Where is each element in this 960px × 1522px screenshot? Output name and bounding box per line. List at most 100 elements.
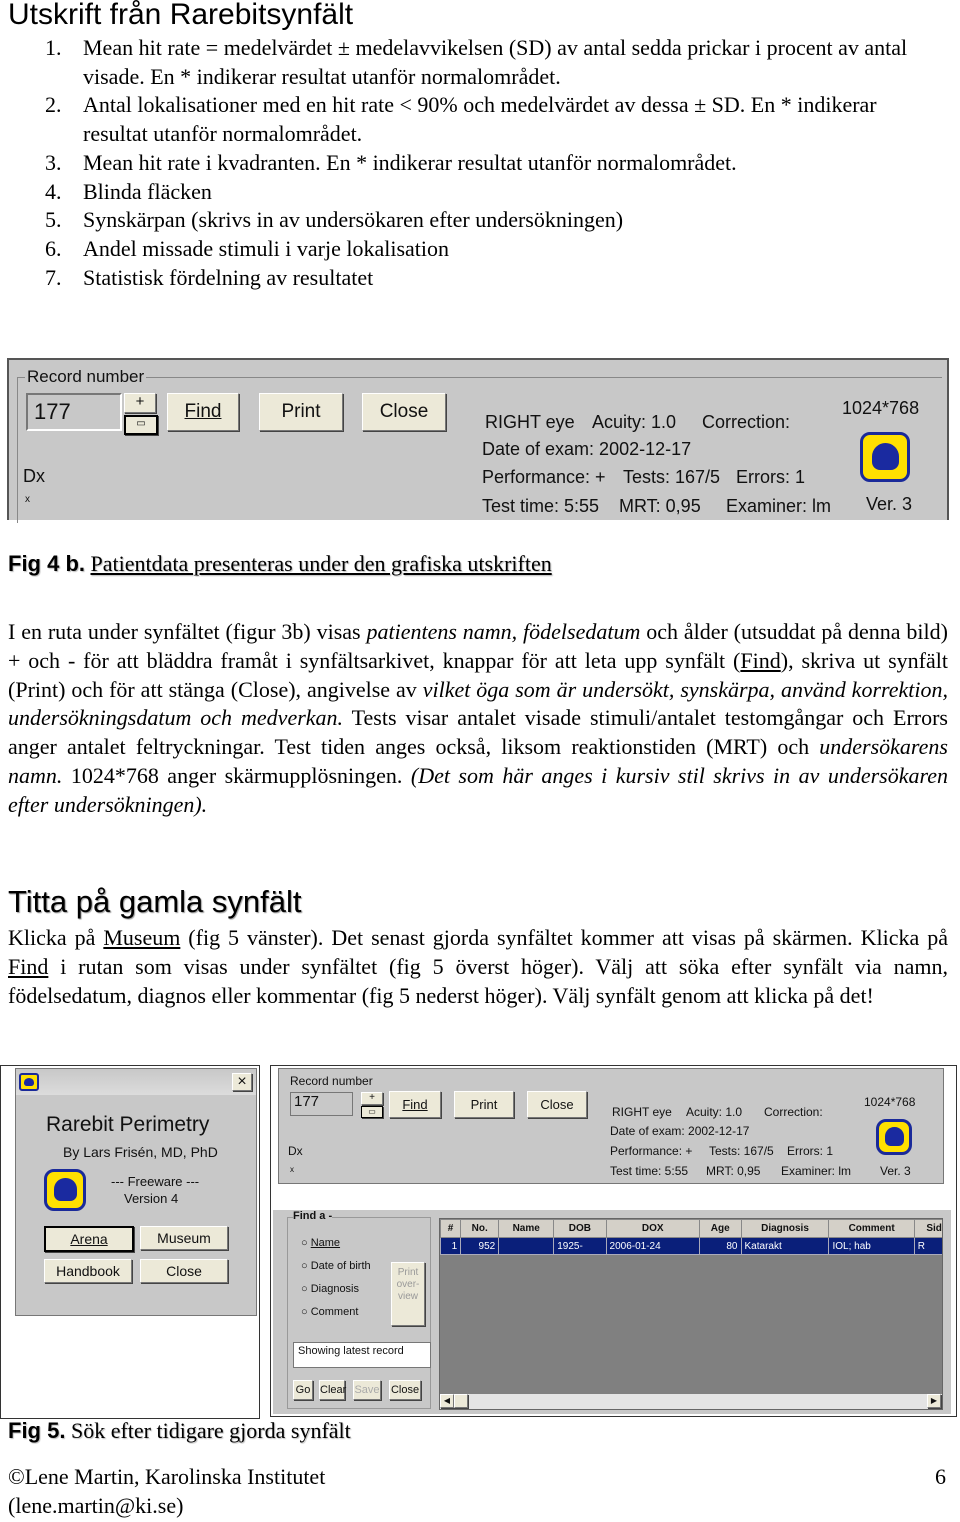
fig4-label: Fig 4 b.: [8, 551, 85, 576]
go-button[interactable]: Go: [293, 1380, 313, 1400]
list-number: 4.: [45, 178, 62, 204]
rabbit-icon: [860, 432, 910, 482]
acuity-label: Acuity: 1.0: [686, 1105, 743, 1119]
footer-email: (lene.martin@ki.se): [8, 1493, 184, 1518]
find-button[interactable]: Find: [167, 393, 239, 431]
scroll-right-button[interactable]: ▶: [927, 1394, 941, 1408]
splash-close-button[interactable]: Close: [140, 1259, 228, 1283]
record-panel-small: Record number 177 + ▭ Find Print Close D…: [278, 1068, 944, 1184]
version-label: Version 4: [124, 1191, 179, 1206]
freeware-label: --- Freeware ---: [111, 1174, 200, 1189]
performance-label: Performance: +: [482, 467, 606, 487]
exam-date: Date of exam: 2002-12-17: [610, 1124, 750, 1138]
record-number-input[interactable]: 177: [26, 393, 122, 431]
fig5-text: Sök efter tidigare gjorda synfält: [70, 1418, 351, 1443]
version-label: Ver. 3: [866, 494, 913, 514]
previous-record-button[interactable]: ▭: [124, 415, 158, 435]
page-number: 6: [935, 1464, 946, 1489]
window-close-button[interactable]: ×: [232, 1073, 252, 1091]
column-header[interactable]: #: [440, 1219, 462, 1238]
section-heading: Titta på gamla synfält: [8, 884, 302, 919]
print-button[interactable]: Print: [454, 1091, 514, 1118]
exam-date: Date of exam: 2002-12-17: [482, 439, 692, 459]
table-row[interactable]: 1 952 1925- 2006-01-24 80 Katarakt IOL; hab R: [440, 1237, 942, 1255]
next-record-button[interactable]: +: [361, 1092, 383, 1105]
previous-record-button[interactable]: ▭: [361, 1106, 383, 1118]
radio-name[interactable]: ○ Name: [301, 1237, 340, 1249]
eye-label: RIGHT eye: [485, 412, 575, 432]
test-time-label: Test time: 5:55: [610, 1164, 689, 1178]
find-close-button[interactable]: Close: [389, 1380, 421, 1400]
close-button[interactable]: Close: [527, 1091, 587, 1118]
examiner-label: Examiner: lm: [726, 496, 832, 516]
table-cell: 952: [460, 1237, 500, 1255]
rabbit-icon: [44, 1169, 86, 1211]
radio-diagnosis[interactable]: ○ Diagnosis: [301, 1283, 359, 1295]
list-item: 2. Antal lokalisationer med en hit rate <…: [45, 91, 935, 148]
list-item: 1. Mean hit rate = medelvärdet ± medelavv…: [45, 34, 935, 91]
close-button[interactable]: Close: [362, 393, 446, 431]
scroll-left-button[interactable]: ◀: [440, 1394, 454, 1408]
list-item: 4. Blinda fläcken: [45, 178, 935, 207]
paragraph-1: I en ruta under synfältet (figur 3b) vis…: [8, 619, 949, 817]
list-item: 5. Synskärpan (skrivs in av undersökaren …: [45, 206, 935, 235]
errors-label: Errors: 1: [736, 467, 806, 487]
list-item: 7. Statistisk fördelning av resultatet: [45, 264, 935, 293]
results-table: #No.NameDOBDOXAgeDiagnosisCommentSide195…: [440, 1219, 942, 1255]
close-label: Close: [379, 401, 429, 422]
table-cell: 1925-: [553, 1237, 607, 1255]
x-label: x: [25, 494, 30, 505]
eye-label: RIGHT eye: [612, 1105, 672, 1119]
status-field: Showing latest record: [293, 1342, 431, 1368]
arena-button[interactable]: Arena: [44, 1226, 134, 1252]
print-overview-button[interactable]: Print over-view: [391, 1262, 425, 1326]
find-group-label: Find a -: [293, 1210, 333, 1222]
museum-button[interactable]: Museum: [140, 1226, 228, 1250]
clear-button[interactable]: Clear: [319, 1380, 346, 1400]
horizontal-scrollbar[interactable]: ◀ ▶: [440, 1394, 942, 1409]
acuity-label: Acuity: 1.0: [592, 412, 677, 432]
record-group-label: Record number: [25, 367, 147, 387]
column-header[interactable]: Diagnosis: [740, 1219, 830, 1238]
scroll-thumb[interactable]: [454, 1394, 468, 1408]
list-item: 6. Andel missade stimuli i varje lokalisa…: [45, 235, 935, 264]
list-number: 6.: [45, 235, 62, 261]
record-group-label: Record number: [290, 1074, 373, 1088]
save-button[interactable]: Save: [353, 1380, 381, 1400]
radio-comment[interactable]: ○ Comment: [301, 1306, 358, 1318]
page-title: Utskrift från Rarebitsynfält: [8, 0, 354, 31]
document-page: Utskrift från Rarebitsynfält 1. Mean hit …: [0, 0, 960, 1522]
header-row: #No.NameDOBDOXAgeDiagnosisCommentSide: [440, 1219, 942, 1238]
splash-author: By Lars Frisén, MD, PhD: [63, 1144, 218, 1160]
list-number: 7.: [45, 264, 62, 290]
record-number-input[interactable]: 177: [290, 1092, 353, 1116]
print-button[interactable]: Print: [259, 393, 343, 431]
column-header[interactable]: DOX: [605, 1219, 700, 1238]
performance-label: Performance: +: [610, 1144, 693, 1158]
next-record-button[interactable]: +: [124, 393, 156, 413]
handbook-button[interactable]: Handbook: [44, 1259, 132, 1283]
fig5-caption: Fig 5. Sök efter tidigare gjorda synfält: [8, 1418, 351, 1444]
column-header[interactable]: Side: [913, 1219, 942, 1238]
column-header[interactable]: DOB: [553, 1219, 607, 1238]
list-number: 1.: [45, 35, 62, 60]
column-header[interactable]: Comment: [828, 1219, 915, 1238]
results-grid: #No.NameDOBDOXAgeDiagnosisCommentSide195…: [439, 1218, 943, 1410]
fig5-label: Fig 5.: [8, 1418, 66, 1443]
rabbit-icon: [876, 1119, 912, 1155]
column-header[interactable]: Age: [698, 1219, 742, 1238]
radio-date-of-birth[interactable]: ○ Date of birth: [301, 1260, 371, 1272]
column-header[interactable]: Name: [498, 1219, 555, 1238]
column-header[interactable]: No.: [460, 1219, 500, 1238]
resolution-label: 1024*768: [864, 1095, 916, 1109]
test-time-label: Test time: 5:55: [482, 496, 600, 516]
find-button[interactable]: Find: [389, 1091, 441, 1118]
table-cell: R: [913, 1237, 942, 1255]
find-label: Find: [184, 401, 222, 422]
list-text: Andel missade stimuli i varje lokalisati…: [83, 235, 449, 261]
errors-label: Errors: 1: [787, 1144, 834, 1158]
table-cell: IOL; hab: [828, 1237, 915, 1255]
list-text: Statistisk fördelning av resultatet: [83, 264, 374, 290]
mrt-label: MRT: 0,95: [619, 496, 701, 516]
correction-label: Correction:: [702, 412, 791, 432]
